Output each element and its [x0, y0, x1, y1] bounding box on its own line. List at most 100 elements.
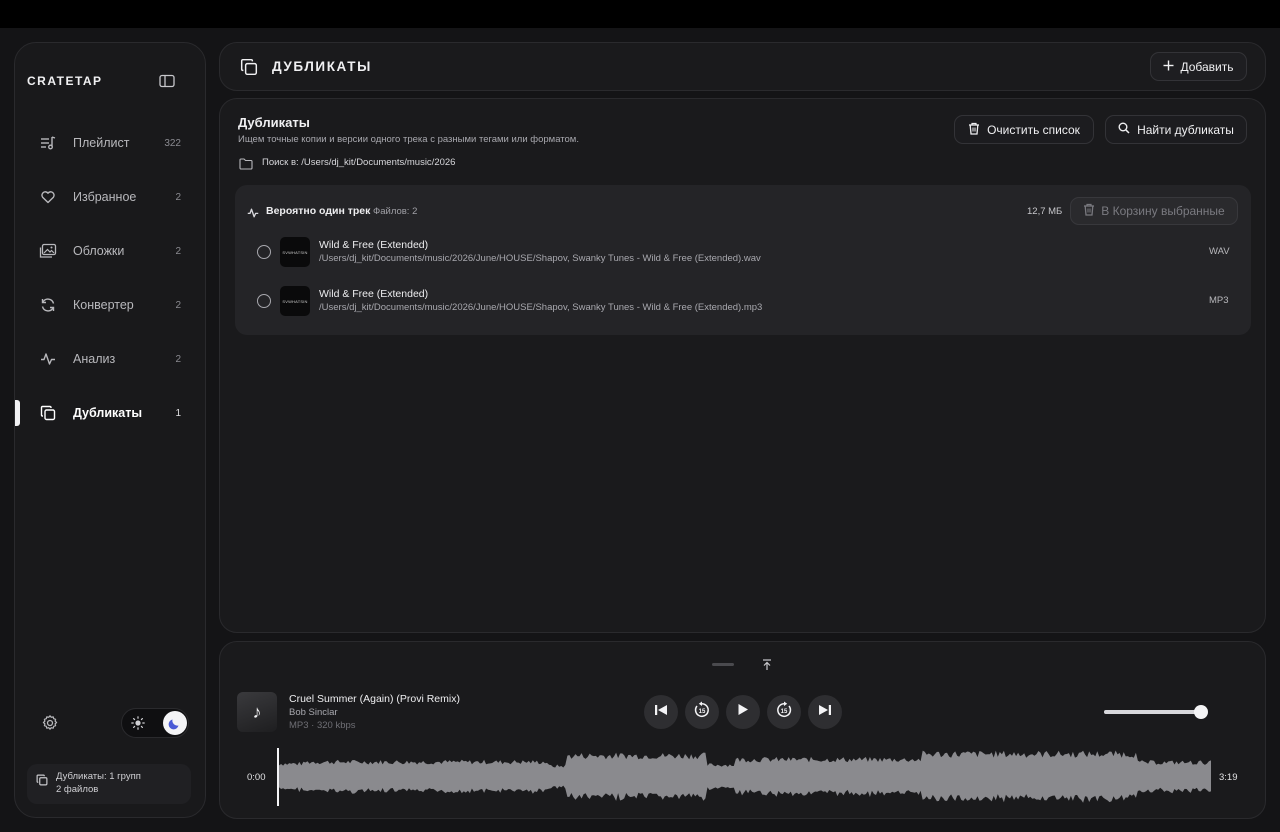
expand-up-icon[interactable] — [762, 658, 772, 670]
track-title: Cruel Summer (Again) (Provi Remix) — [289, 693, 460, 705]
add-button-label: Добавить — [1180, 59, 1234, 74]
sidebar-item-duplicates[interactable]: Дубликаты 1 — [27, 395, 195, 431]
sun-icon[interactable] — [130, 715, 146, 731]
covers-icon — [39, 242, 57, 260]
sidebar-item-label: Плейлист — [73, 136, 130, 150]
find-duplicates-button[interactable]: Найти дубликаты — [1105, 115, 1247, 144]
next-button[interactable] — [808, 695, 842, 729]
duplicate-group: Вероятно один трек Файлов: 2 12,7 МБ В К… — [235, 185, 1251, 335]
find-duplicates-label: Найти дубликаты — [1137, 122, 1234, 137]
rewind-15-button[interactable]: 15 — [685, 695, 719, 729]
duplicates-panel: Дубликаты Ищем точные копии и версии одн… — [219, 98, 1266, 633]
status-line-files: 2 файлов — [56, 784, 99, 795]
clear-list-label: Очистить список — [987, 122, 1080, 137]
sidebar-item-playlist[interactable]: Плейлист 322 — [27, 125, 195, 161]
panel-subtitle: Ищем точные копии и версии одного трека … — [238, 134, 579, 145]
clear-list-button[interactable]: Очистить список — [954, 115, 1094, 144]
track-cover: ♪ — [237, 692, 277, 732]
sidebar-item-label: Дубликаты — [73, 406, 143, 420]
sidebar-item-label: Обложки — [73, 244, 125, 258]
file-artwork: SVWHATSIN — [280, 237, 310, 267]
list-item[interactable]: SVWHATSIN Wild & Free (Extended) /Users/… — [235, 282, 1251, 322]
pulse-icon — [247, 206, 259, 218]
sidebar-item-favorites[interactable]: Избранное 2 — [27, 179, 195, 215]
group-size: 12,7 МБ — [1027, 206, 1063, 217]
file-artwork: SVWHATSIN — [280, 286, 310, 316]
playlist-icon — [39, 134, 57, 152]
time-total: 3:19 — [1219, 772, 1238, 783]
duplicates-icon — [39, 404, 57, 422]
file-path: /Users/dj_kit/Documents/music/2026/June/… — [319, 253, 761, 264]
convert-icon — [39, 296, 57, 314]
settings-gear-icon[interactable] — [41, 714, 59, 732]
player-panel: ♪ Cruel Summer (Again) (Provi Remix) Bob… — [219, 641, 1266, 819]
forward-15-icon: 15 — [775, 701, 793, 724]
svg-text:15: 15 — [781, 709, 788, 715]
svg-text:15: 15 — [699, 709, 706, 715]
sidebar-item-label: Конвертер — [73, 298, 134, 312]
sidebar-toggle-icon[interactable] — [159, 74, 175, 88]
page-title: ДУБЛИКАТЫ — [272, 59, 372, 74]
duplicates-icon — [36, 773, 48, 786]
folder-icon — [239, 157, 253, 170]
rewind-15-icon: 15 — [693, 701, 711, 724]
sidebar-status-card: Дубликаты: 1 групп 2 файлов — [27, 764, 191, 804]
track-artist: Bob Sinclar — [289, 707, 338, 718]
sidebar: CRATETAP Плейлист 322 Избранное 2 Обложк… — [14, 42, 206, 818]
file-format-badge: MP3 — [1209, 295, 1229, 306]
sidebar-item-count: 2 — [175, 191, 181, 203]
pulse-icon — [39, 350, 57, 368]
skip-forward-icon — [818, 703, 832, 721]
page-header: ДУБЛИКАТЫ Добавить — [219, 42, 1266, 91]
status-line-groups: Дубликаты: 1 групп — [56, 771, 141, 782]
active-indicator — [15, 400, 20, 426]
play-icon — [737, 703, 749, 721]
play-button[interactable] — [726, 695, 760, 729]
waveform[interactable] — [277, 748, 1211, 806]
sidebar-item-count: 2 — [175, 299, 181, 311]
theme-toggle[interactable] — [121, 708, 189, 738]
playhead[interactable] — [277, 748, 279, 806]
move-to-trash-label: В Корзину выбранные — [1101, 204, 1225, 218]
brand-logo: CRATETAP — [27, 74, 103, 88]
volume-knob[interactable] — [1193, 705, 1208, 719]
sidebar-item-label: Анализ — [73, 352, 116, 366]
file-select-radio[interactable] — [257, 294, 271, 308]
sidebar-item-count: 2 — [175, 245, 181, 257]
group-title: Вероятно один трек — [266, 205, 371, 217]
drag-handle[interactable] — [712, 663, 734, 666]
heart-icon — [39, 188, 57, 206]
track-meta: MP3 · 320 kbps — [289, 720, 356, 731]
plus-icon — [1163, 60, 1174, 74]
list-item[interactable]: SVWHATSIN Wild & Free (Extended) /Users/… — [235, 233, 1251, 273]
waveform-shape — [277, 750, 1211, 803]
add-button[interactable]: Добавить — [1150, 52, 1247, 81]
music-note-icon: ♪ — [252, 701, 262, 722]
sidebar-item-count: 322 — [164, 137, 181, 149]
moon-icon[interactable] — [163, 711, 187, 735]
search-path: Поиск в: /Users/dj_kit/Documents/music/2… — [262, 157, 456, 168]
move-to-trash-button[interactable]: В Корзину выбранные — [1070, 197, 1238, 225]
duplicates-icon — [240, 58, 258, 76]
file-select-radio[interactable] — [257, 245, 271, 259]
time-current: 0:00 — [247, 772, 266, 783]
sidebar-item-converter[interactable]: Конвертер 2 — [27, 287, 195, 323]
file-title: Wild & Free (Extended) — [319, 239, 429, 251]
sidebar-item-label: Избранное — [73, 190, 137, 204]
file-format-badge: WAV — [1209, 246, 1230, 257]
volume-slider[interactable] — [1104, 705, 1208, 719]
sidebar-item-analysis[interactable]: Анализ 2 — [27, 341, 195, 377]
file-path: /Users/dj_kit/Documents/music/2026/June/… — [319, 302, 763, 313]
group-file-count: Файлов: 2 — [373, 206, 418, 217]
search-icon — [1118, 122, 1130, 137]
forward-15-button[interactable]: 15 — [767, 695, 801, 729]
skip-back-icon — [654, 703, 668, 721]
panel-title: Дубликаты — [238, 115, 310, 130]
sidebar-item-covers[interactable]: Обложки 2 — [27, 233, 195, 269]
sidebar-item-count: 1 — [175, 407, 181, 419]
trash-icon — [1083, 203, 1095, 219]
sidebar-item-count: 2 — [175, 353, 181, 365]
previous-button[interactable] — [644, 695, 678, 729]
file-title: Wild & Free (Extended) — [319, 288, 429, 300]
volume-fill — [1104, 710, 1201, 714]
